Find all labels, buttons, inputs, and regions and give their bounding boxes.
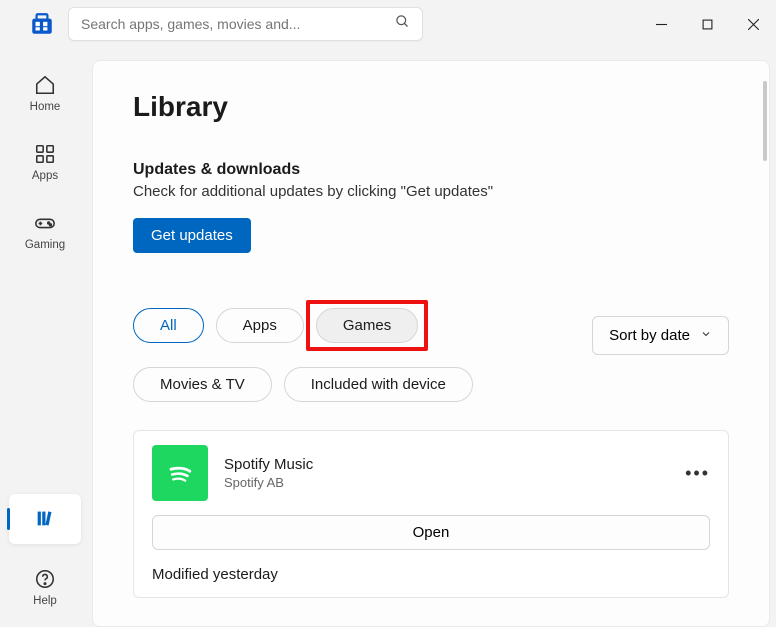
more-options-button[interactable]: ••• <box>685 463 710 484</box>
filter-row: All Apps Games Movies & TV Included with… <box>133 308 729 402</box>
filter-all[interactable]: All <box>133 308 204 343</box>
sidebar-item-label: Help <box>33 595 57 607</box>
titlebar <box>0 0 776 48</box>
updates-heading: Updates & downloads <box>133 161 729 179</box>
get-updates-button[interactable]: Get updates <box>133 218 251 253</box>
window-controls <box>638 8 776 40</box>
apps-icon <box>34 143 56 168</box>
scrollbar[interactable] <box>763 81 767 161</box>
minimize-button[interactable] <box>638 8 684 40</box>
sidebar-item-library[interactable] <box>9 494 81 544</box>
modified-label: Modified yesterday <box>152 566 710 583</box>
sidebar-item-gaming[interactable]: Gaming <box>10 206 80 257</box>
sidebar-item-help[interactable]: Help <box>10 562 80 613</box>
open-button[interactable]: Open <box>152 515 710 550</box>
sidebar-item-apps[interactable]: Apps <box>10 137 80 188</box>
filter-movies[interactable]: Movies & TV <box>133 367 272 402</box>
app-publisher: Spotify AB <box>224 475 313 490</box>
gaming-icon <box>33 212 57 237</box>
sidebar-item-label: Apps <box>32 170 58 182</box>
page-title: Library <box>133 91 729 123</box>
sort-label: Sort by date <box>609 327 690 344</box>
home-icon <box>34 74 56 99</box>
updates-subtext: Check for additional updates by clicking… <box>133 183 729 200</box>
library-icon <box>33 507 57 532</box>
chevron-down-icon <box>700 327 712 344</box>
spotify-icon <box>152 445 208 501</box>
app-name: Spotify Music <box>224 456 313 473</box>
filter-included[interactable]: Included with device <box>284 367 473 402</box>
maximize-button[interactable] <box>684 8 730 40</box>
sort-button[interactable]: Sort by date <box>592 316 729 355</box>
library-item-card: Spotify Music Spotify AB ••• Open Modifi… <box>133 430 729 598</box>
sidebar-item-home[interactable]: Home <box>10 68 80 119</box>
search-icon <box>395 14 410 34</box>
filter-games[interactable]: Games <box>316 308 418 343</box>
search-input[interactable] <box>81 16 395 32</box>
sidebar-item-label: Home <box>30 101 61 113</box>
close-button[interactable] <box>730 8 776 40</box>
main-content: Library Updates & downloads Check for ad… <box>92 60 770 627</box>
sidebar: Home Apps Gaming Help <box>0 48 90 627</box>
search-box[interactable] <box>68 7 423 41</box>
help-icon <box>34 568 56 593</box>
store-app-icon <box>26 8 58 40</box>
filter-apps[interactable]: Apps <box>216 308 304 343</box>
sidebar-item-label: Gaming <box>25 239 65 251</box>
